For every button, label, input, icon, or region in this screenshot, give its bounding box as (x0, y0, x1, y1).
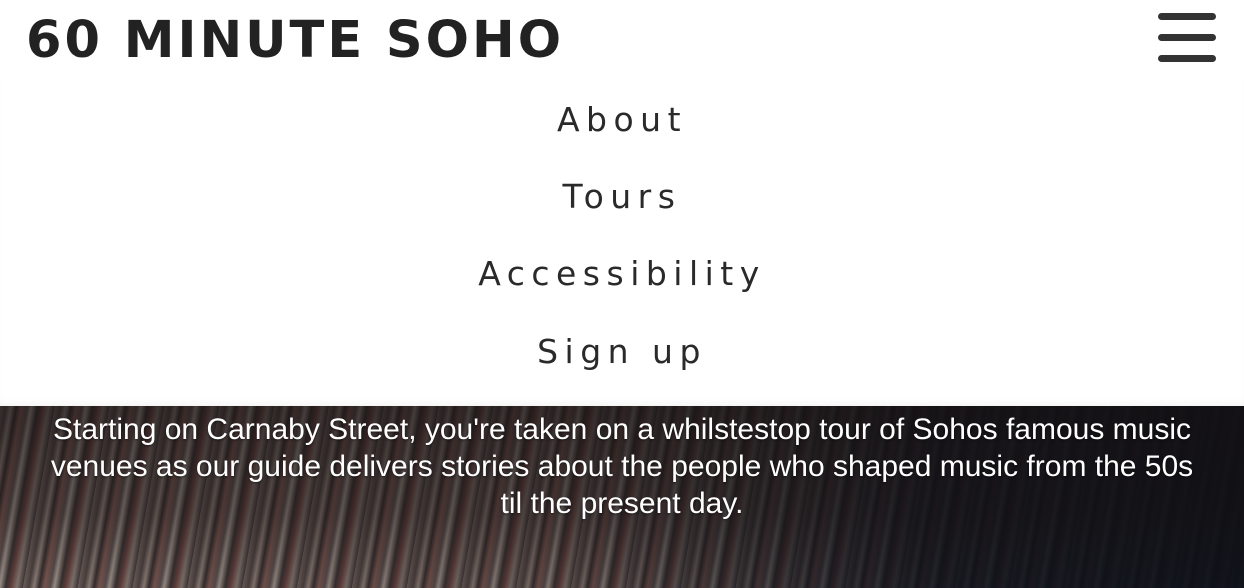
nav-item-sign-up[interactable]: Sign up (0, 332, 1244, 372)
hero-section: Starting on Carnaby Street, you're taken… (0, 406, 1244, 588)
site-title[interactable]: 60 MINUTE SOHO (26, 8, 564, 74)
hamburger-menu-icon[interactable] (1158, 13, 1216, 63)
nav-menu: About Tours Accessibility Sign up (0, 78, 1244, 406)
nav-item-tours[interactable]: Tours (0, 177, 1244, 217)
nav-item-accessibility[interactable]: Accessibility (0, 254, 1244, 294)
nav-item-about[interactable]: About (0, 100, 1244, 140)
hamburger-bar (1158, 55, 1216, 62)
site-header: 60 MINUTE SOHO (0, 0, 1244, 78)
hamburger-bar (1158, 34, 1216, 41)
hero-description: Starting on Carnaby Street, you're taken… (50, 413, 1194, 520)
hamburger-bar (1158, 13, 1216, 20)
